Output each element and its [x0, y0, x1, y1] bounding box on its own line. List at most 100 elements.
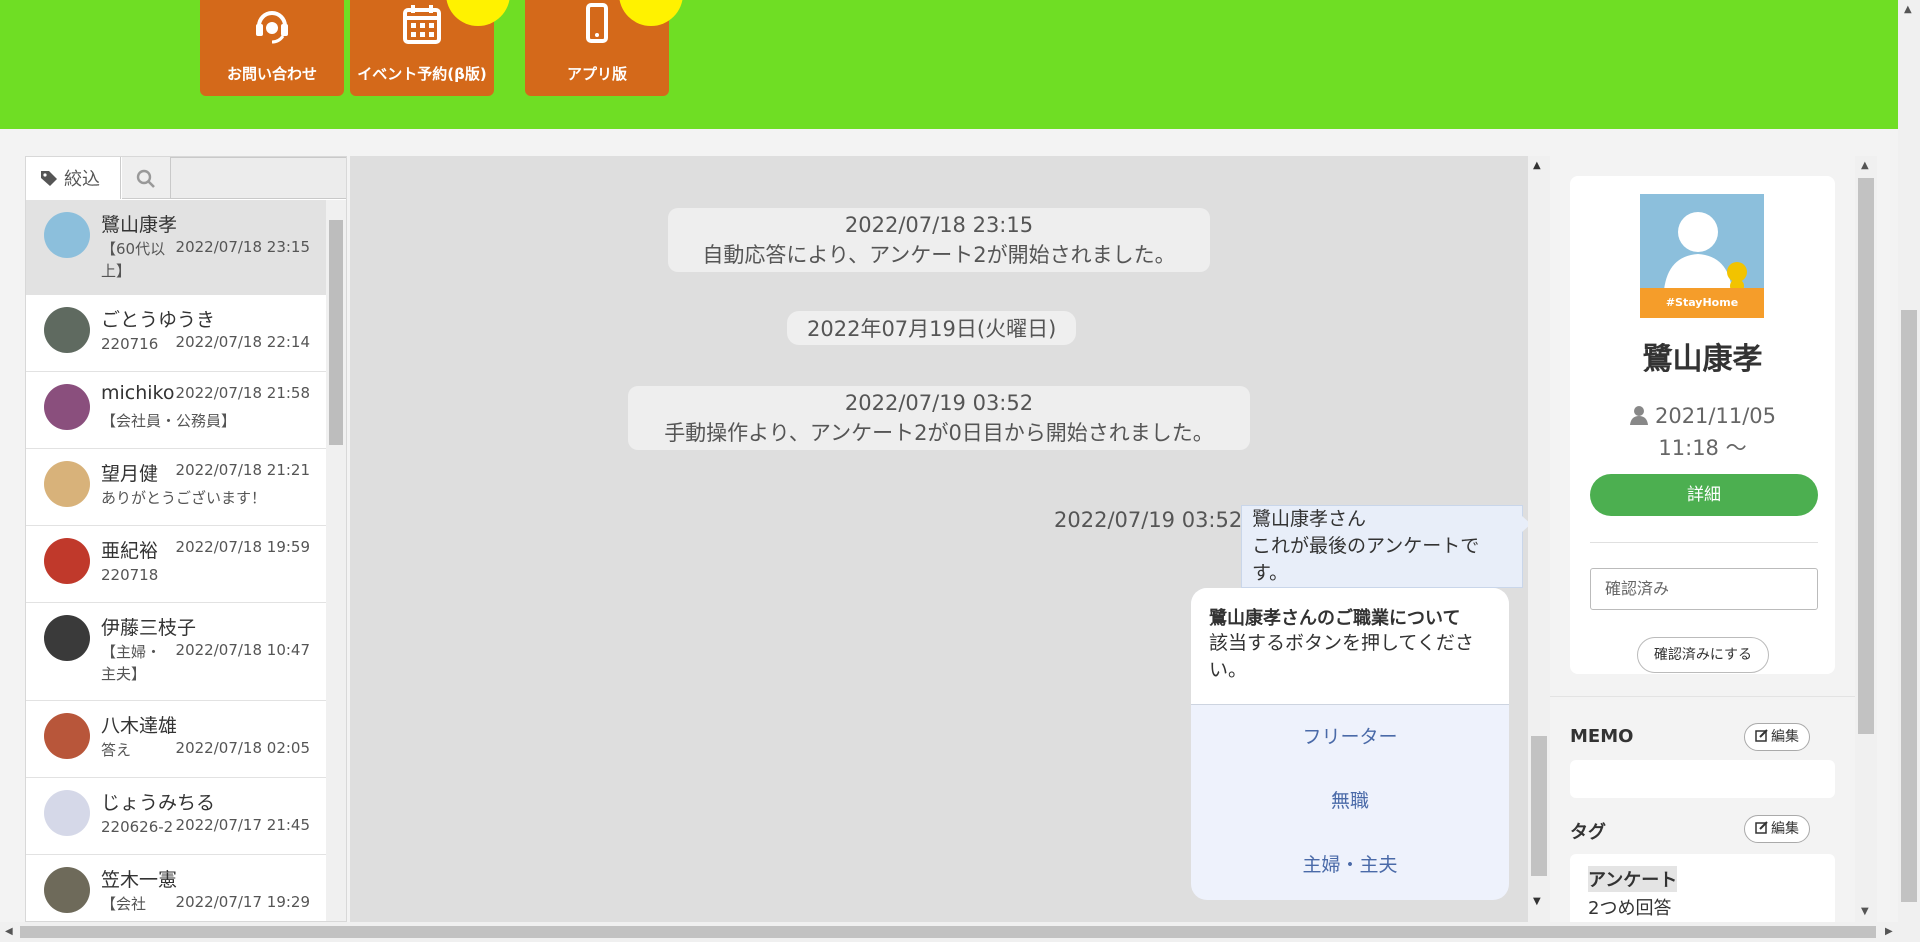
profile-avatar: #StayHome — [1640, 194, 1764, 318]
app-version-button[interactable]: アプリ版 — [525, 0, 683, 96]
new-badge — [446, 0, 510, 26]
avatar — [44, 212, 90, 258]
survey-title: 鷺山康孝さんのご職業について — [1209, 608, 1461, 629]
since-time: 11:18 ～ — [1658, 436, 1747, 460]
contact-time: 2022/07/18 21:21 — [175, 461, 310, 479]
system-message-text: 自動応答により、アンケート2が開始されました。 — [702, 243, 1176, 267]
survey-card-header: 鷺山康孝さんのご職業について 該当するボタンを押してください。 — [1191, 588, 1509, 705]
tag-edit-button[interactable]: 編集 — [1744, 815, 1810, 843]
contact-name: じょうみちる — [101, 792, 216, 814]
mark-confirmed-button[interactable]: 確認済みにする — [1637, 637, 1769, 673]
scroll-down-icon[interactable]: ▼ — [1861, 906, 1869, 917]
memo-box[interactable] — [1570, 760, 1835, 798]
avatar — [44, 307, 90, 353]
profile-scrollbar[interactable]: ▲ ▼ — [1855, 156, 1877, 922]
profile-name: 鷺山康孝 — [1642, 342, 1763, 377]
contact-list-panel: 絞込 鷺山康孝 【60代以上】 2022/07/18 23:15 ごとうゆうき … — [25, 156, 347, 922]
survey-card: 鷺山康孝さんのご職業について 該当するボタンを押してください。 フリーター 無職… — [1191, 588, 1509, 900]
search-icon[interactable] — [136, 169, 156, 189]
contact-preview: 【主婦・主夫】 — [101, 643, 162, 683]
detail-button[interactable]: 詳細 — [1590, 474, 1818, 516]
survey-option-button[interactable]: 無職 — [1191, 769, 1509, 833]
profile-panel: #StayHome 鷺山康孝 2021/11/05 11:18 ～ 詳細 確認済… — [1550, 156, 1855, 934]
search-input[interactable] — [170, 157, 346, 199]
contact-name: 笠木一憲 — [101, 869, 178, 891]
system-message: 2022/07/18 23:15 自動応答により、アンケート2が開始されました。 — [668, 208, 1210, 272]
tag-icon — [41, 171, 57, 186]
scrollbar-thumb[interactable] — [1901, 310, 1917, 902]
contact-name: 望月健 — [101, 463, 159, 485]
headset-icon — [256, 11, 288, 44]
contact-item[interactable]: 亜紀裕 2022/07/18 19:59 220718 — [26, 526, 328, 603]
contact-name: michiko — [101, 382, 175, 404]
contact-preview: 【60代以上】 — [101, 240, 166, 280]
contact-list-scrollbar[interactable] — [326, 200, 346, 921]
system-message-time: 2022/07/19 03:52 — [844, 391, 1034, 415]
scrollbar-thumb[interactable] — [329, 220, 343, 445]
contact-preview: ありがとうございます！ — [101, 489, 267, 507]
survey-option-button[interactable]: フリーター — [1191, 705, 1509, 769]
system-message-text: 手動操作より、アンケート2が0日目から開始されました。 — [664, 421, 1214, 445]
contact-name: ごとうゆうき — [101, 309, 216, 331]
avatar — [44, 615, 90, 661]
edit-icon — [1755, 821, 1768, 834]
edit-label: 編集 — [1771, 821, 1799, 837]
scroll-left-icon[interactable]: ◀ — [5, 926, 13, 937]
chat-scrollbar[interactable]: ▲ ▼ — [1528, 156, 1550, 922]
search-bar — [122, 157, 346, 199]
contact-time: 2022/07/18 10:47 — [175, 641, 310, 659]
avatar — [44, 538, 90, 584]
contact-item[interactable]: じょうみちる 220626-2 2022/07/17 21:45 — [26, 778, 328, 855]
date-divider: 2022年07月19日(火曜日) — [787, 311, 1077, 345]
scroll-right-icon[interactable]: ▶ — [1885, 926, 1893, 937]
edit-icon — [1755, 729, 1768, 742]
profile-since: 2021/11/05 11:18 ～ — [1570, 400, 1835, 464]
contact-item[interactable]: 伊藤三枝子 【主婦・主夫】 2022/07/18 10:47 — [26, 603, 328, 701]
message-time: 2022/07/19 03:52 — [1054, 508, 1243, 532]
horizontal-scrollbar[interactable]: ◀ ▶ — [0, 922, 1920, 942]
contact-item[interactable]: michiko 2022/07/18 21:58 【会社員・公務員】 — [26, 372, 328, 449]
avatar — [44, 867, 90, 913]
avatar — [44, 384, 90, 430]
scroll-down-icon[interactable]: ▼ — [1533, 896, 1541, 907]
scroll-up-icon[interactable]: ▲ — [1904, 4, 1912, 15]
calendar-icon — [403, 5, 441, 44]
contact-time: 2022/07/18 23:15 — [175, 238, 310, 256]
contact-item[interactable]: 八木達雄 答え 2022/07/18 02:05 — [26, 701, 328, 778]
contact-time: 2022/07/18 02:05 — [175, 739, 310, 757]
nav-label-event: イベント予約(β版) — [357, 65, 487, 83]
event-reservation-button[interactable]: イベント予約(β版) — [350, 0, 510, 96]
filter-tab[interactable]: 絞込 — [26, 157, 121, 199]
avatar — [44, 713, 90, 759]
divider — [1550, 696, 1855, 697]
scrollbar-thumb[interactable] — [20, 926, 1876, 938]
tag-chip[interactable]: アンケート — [1588, 866, 1678, 892]
since-date: 2021/11/05 — [1654, 404, 1777, 428]
divider — [1590, 542, 1818, 543]
page-scrollbar[interactable]: ▲ — [1898, 0, 1920, 922]
message-line: これが最後のアンケートです。 — [1252, 535, 1480, 584]
survey-option-button[interactable]: 主婦・主夫 — [1191, 833, 1509, 897]
contact-name: 八木達雄 — [101, 715, 178, 737]
contact-preview: 220716 — [101, 335, 159, 353]
scroll-up-icon[interactable]: ▲ — [1861, 160, 1869, 171]
scroll-up-icon[interactable]: ▲ — [1533, 160, 1541, 171]
contact-preview: 答え — [101, 741, 132, 759]
scrollbar-thumb[interactable] — [1531, 736, 1547, 876]
avatar — [44, 461, 90, 507]
contact-item[interactable]: 笠木一憲 【会社 2022/07/17 19:29 — [26, 855, 328, 921]
survey-text: 該当するボタンを押してください。 — [1209, 632, 1474, 681]
status-field[interactable]: 確認済み — [1590, 568, 1818, 610]
contact-preview: 【会社員・公務員】 — [101, 412, 237, 430]
contact-button[interactable]: お問い合わせ — [200, 0, 344, 96]
contact-list: 鷺山康孝 【60代以上】 2022/07/18 23:15 ごとうゆうき 220… — [26, 200, 328, 921]
contact-item[interactable]: 望月健 2022/07/18 21:21 ありがとうございます！ — [26, 449, 328, 526]
contact-item[interactable]: ごとうゆうき 220716 2022/07/18 22:14 — [26, 295, 328, 372]
scrollbar-thumb[interactable] — [1858, 178, 1874, 734]
contact-item[interactable]: 鷺山康孝 【60代以上】 2022/07/18 23:15 — [26, 200, 328, 295]
contact-time: 2022/07/17 19:29 — [175, 893, 310, 911]
memo-title: MEMO — [1570, 726, 1634, 747]
memo-edit-button[interactable]: 編集 — [1744, 723, 1810, 751]
profile-card: #StayHome 鷺山康孝 2021/11/05 11:18 ～ 詳細 確認済… — [1570, 176, 1835, 674]
contact-time: 2022/07/17 21:45 — [175, 816, 310, 834]
